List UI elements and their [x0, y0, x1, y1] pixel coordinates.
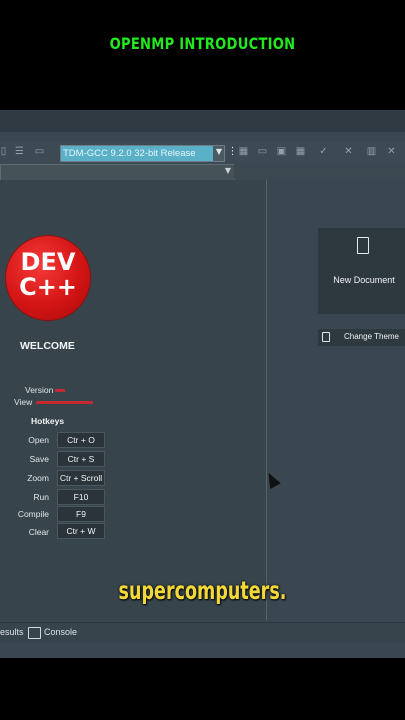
layout-icon[interactable]: ▣ — [276, 146, 287, 157]
video-caption: supercomputers. — [118, 576, 287, 605]
check-icon[interactable]: ✓ — [318, 146, 329, 157]
tiles-icon[interactable]: ▦ — [295, 146, 306, 157]
tab-results[interactable]: esults — [0, 627, 24, 637]
devcpp-logo: DEV C++ — [6, 236, 90, 320]
close-icon[interactable]: ✕ — [343, 146, 354, 157]
tab-console[interactable]: Console — [44, 627, 77, 637]
logo-text-bottom: C++ — [19, 273, 77, 301]
video-title: OPENMP INTRODUCTION — [109, 34, 296, 53]
hotkey-save-keys: Ctr + S — [57, 451, 105, 467]
new-document-button[interactable]: New Document — [318, 228, 405, 314]
chevron-down-icon[interactable]: ▼ — [225, 166, 231, 175]
compiler-select[interactable]: TDM-GCC 9.2.0 32-bit Release ▼ — [60, 145, 225, 162]
change-theme-button[interactable]: Change Theme — [318, 329, 405, 346]
toolbar-edge-icon[interactable]: ▯ — [0, 146, 9, 157]
hotkey-save-label: Save — [29, 454, 49, 464]
hotkey-run-label: Run — [33, 492, 49, 502]
view-label: View — [14, 397, 33, 407]
scope-select[interactable]: ▼ — [0, 164, 235, 181]
document-icon — [357, 237, 369, 254]
hotkey-clear-keys: Ctr + W — [57, 523, 105, 539]
bottom-panel-tabs: esults Console — [0, 622, 405, 643]
chart-icon[interactable]: ▥ — [366, 146, 377, 157]
view-link-redacted[interactable] — [36, 401, 93, 404]
separator-icon: ⋮ — [227, 146, 238, 157]
hotkey-compile-keys: F9 — [57, 506, 105, 522]
hotkey-zoom-label: Zoom — [27, 473, 49, 483]
chevron-down-icon[interactable]: ▼ — [216, 147, 222, 156]
menu-strip — [0, 110, 405, 132]
toolbar-row-filler — [234, 164, 405, 179]
window-icon[interactable]: ▭ — [257, 146, 268, 157]
hotkey-compile-label: Compile — [17, 509, 49, 519]
brush-icon — [322, 332, 330, 342]
hotkeys-title: Hotkeys — [31, 416, 65, 426]
hotkey-open-keys: Ctr + O — [57, 432, 105, 448]
change-theme-label: Change Theme — [344, 332, 399, 341]
new-document-label: New Document — [333, 275, 395, 285]
stop-icon[interactable]: ✕ — [386, 146, 397, 157]
version-value-redacted — [55, 389, 65, 392]
welcome-heading: WELCOME — [20, 340, 75, 352]
panel-divider[interactable] — [266, 180, 267, 620]
compiler-select-value: TDM-GCC 9.2.0 32-bit Release — [61, 146, 213, 161]
logo-text-top: DEV — [20, 248, 76, 276]
hotkey-clear-label: Clear — [28, 527, 49, 537]
grid-icon[interactable]: ▦ — [238, 146, 249, 157]
hotkey-zoom-keys: Ctr + Scroll — [57, 470, 105, 486]
indent-icon[interactable]: ☰ — [14, 146, 25, 157]
comment-icon[interactable]: ▭ — [34, 146, 45, 157]
hotkey-open-label: Open — [28, 435, 49, 445]
version-label: Version — [25, 385, 54, 395]
console-icon — [28, 627, 41, 639]
hotkey-run-keys: F10 — [57, 489, 105, 505]
